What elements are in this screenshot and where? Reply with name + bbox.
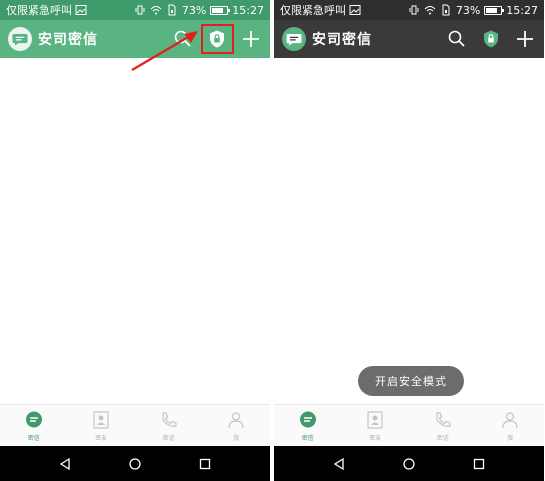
app-logo-icon <box>8 27 32 51</box>
tab-messages[interactable]: 密信 <box>0 405 68 446</box>
tab-calls[interactable]: 密话 <box>409 405 477 446</box>
secure-mode-button[interactable] <box>480 28 502 50</box>
battery-percent: 73% <box>455 3 481 17</box>
sim-icon <box>166 4 178 16</box>
recents-button[interactable] <box>195 454 215 474</box>
carrier-text: 仅限紧急呼叫 <box>6 4 72 17</box>
clock: 15:27 <box>506 3 538 17</box>
person-icon <box>225 409 247 431</box>
tab-label: 我 <box>233 435 240 442</box>
tab-me[interactable]: 我 <box>203 405 271 446</box>
chat-icon <box>297 409 319 431</box>
plus-icon <box>243 31 259 47</box>
image-notification-icon <box>75 4 87 16</box>
contacts-icon <box>90 409 112 431</box>
battery-percent: 73% <box>181 3 207 17</box>
tab-label: 密信 <box>27 435 40 442</box>
add-button[interactable] <box>240 28 262 50</box>
back-button[interactable] <box>329 454 349 474</box>
system-nav-bar <box>274 446 544 481</box>
add-button[interactable] <box>514 28 536 50</box>
contacts-icon <box>364 409 386 431</box>
tab-calls[interactable]: 密话 <box>135 405 203 446</box>
sim-icon <box>440 4 452 16</box>
vibrate-icon <box>134 4 146 16</box>
bottom-tab-bar: 密信 密友 密话 我 <box>274 404 544 446</box>
tab-contacts[interactable]: 密友 <box>342 405 410 446</box>
plus-icon <box>517 31 533 47</box>
recents-button[interactable] <box>469 454 489 474</box>
person-icon <box>499 409 521 431</box>
back-triangle-icon <box>333 457 344 470</box>
tab-label: 密友 <box>95 435 108 442</box>
bottom-tab-bar: 密信 密友 密话 我 <box>0 404 270 446</box>
phone-icon <box>432 409 454 431</box>
annotation-arrow-icon <box>131 31 198 71</box>
tab-me[interactable]: 我 <box>477 405 545 446</box>
wifi-icon <box>150 4 162 16</box>
home-circle-icon <box>129 457 141 470</box>
clock: 15:27 <box>232 3 264 17</box>
phone-screen-secure: 仅限紧急呼叫 73% 15:27 安司密信 开启安全模式 密信 密友 密话 我 <box>274 0 544 481</box>
tab-label: 密友 <box>369 435 382 442</box>
app-logo-icon <box>282 27 306 51</box>
status-bar: 仅限紧急呼叫 73% 15:27 <box>274 0 544 20</box>
tab-messages[interactable]: 密信 <box>274 405 342 446</box>
search-button[interactable] <box>446 28 468 50</box>
phone-icon <box>158 409 180 431</box>
back-button[interactable] <box>55 454 75 474</box>
tab-label: 我 <box>507 435 514 442</box>
wifi-icon <box>424 4 436 16</box>
tab-contacts[interactable]: 密友 <box>68 405 136 446</box>
recents-square-icon <box>199 458 211 469</box>
tab-label: 密话 <box>436 435 449 442</box>
search-icon <box>448 30 465 47</box>
battery-icon <box>210 5 231 15</box>
system-nav-bar <box>0 446 270 481</box>
home-button[interactable] <box>399 454 419 474</box>
tab-label: 密话 <box>162 435 175 442</box>
app-header: 安司密信 <box>274 20 544 58</box>
image-notification-icon <box>349 4 361 16</box>
phone-screen-normal: 仅限紧急呼叫 73% 15:27 安司密信 密信 密友 密话 我 <box>0 0 270 481</box>
shield-lock-icon <box>484 30 498 48</box>
home-circle-icon <box>403 457 415 470</box>
tab-label: 密信 <box>301 435 314 442</box>
carrier-text: 仅限紧急呼叫 <box>280 4 346 17</box>
app-title: 安司密信 <box>38 32 98 48</box>
chat-icon <box>23 409 45 431</box>
vibrate-icon <box>408 4 420 16</box>
toast-message: 开启安全模式 <box>358 366 464 396</box>
battery-icon <box>484 5 505 15</box>
home-button[interactable] <box>125 454 145 474</box>
app-title: 安司密信 <box>312 32 372 48</box>
status-bar: 仅限紧急呼叫 73% 15:27 <box>0 0 270 20</box>
recents-square-icon <box>473 458 485 469</box>
back-triangle-icon <box>59 457 70 470</box>
highlight-box <box>201 24 234 54</box>
